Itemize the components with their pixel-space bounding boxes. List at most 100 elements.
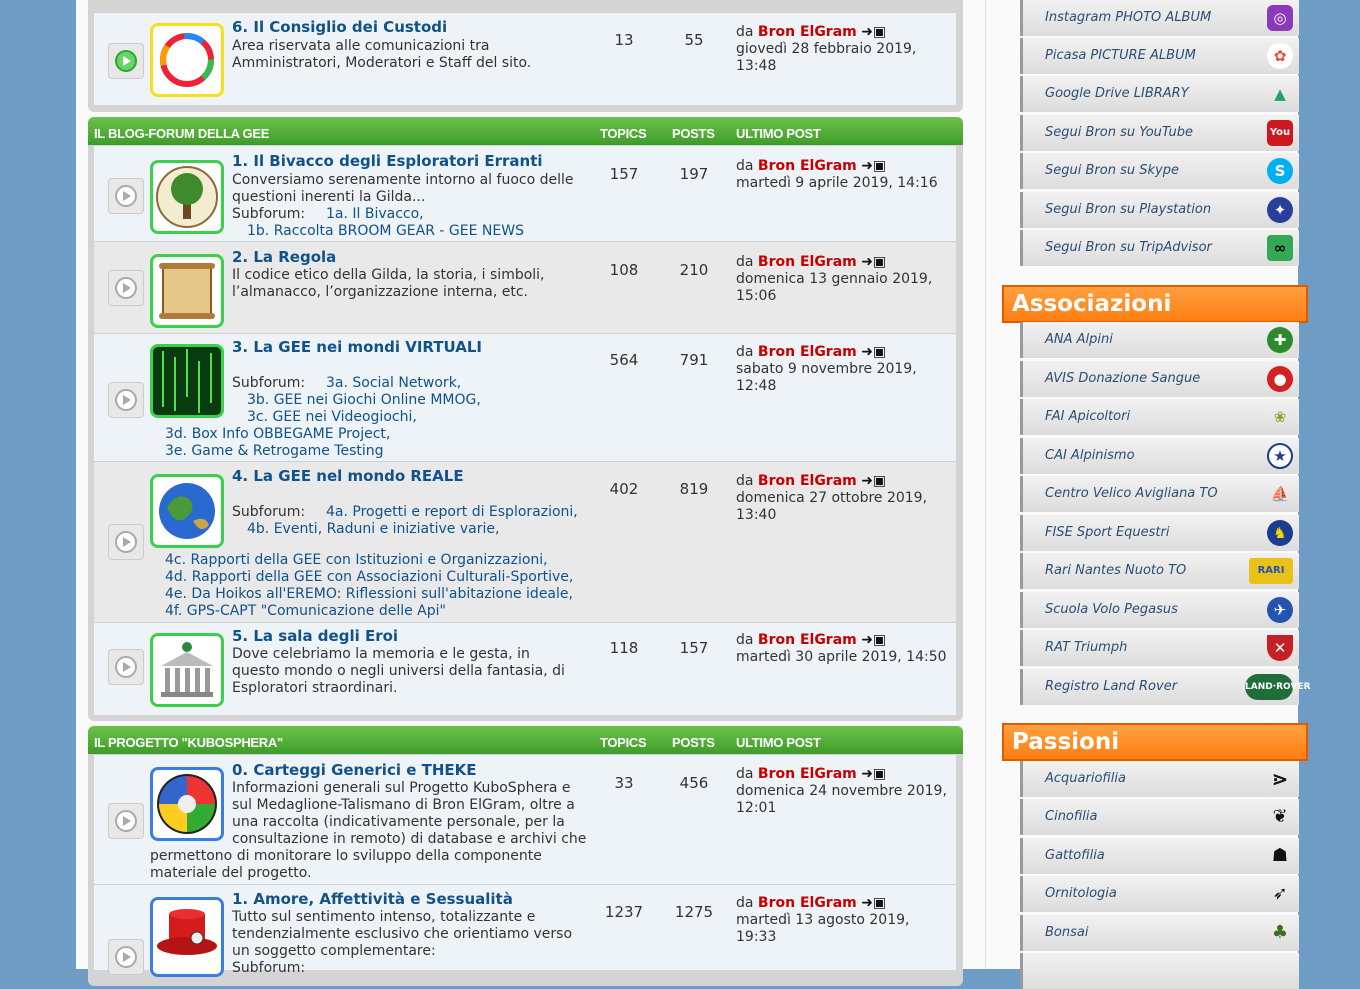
posts-count: 819 xyxy=(679,480,709,498)
goto-last-post-icon[interactable]: ➜▣ xyxy=(861,632,886,649)
subforum-link[interactable]: 3a. Social Network, xyxy=(326,375,461,391)
forum-row: 0. Carteggi Generici e THEKE Informazion… xyxy=(94,754,956,885)
subforum-link[interactable]: 4e. Da Hoikos all'EREMO: Riflessioni sul… xyxy=(165,586,573,602)
goto-last-post-icon[interactable]: ➜▣ xyxy=(861,158,886,175)
sidebar-link-cai[interactable]: CAI Alpinismo ★ xyxy=(1020,438,1299,474)
last-post-author-link[interactable]: Bron ElGram xyxy=(758,344,857,360)
forum-row: 5. La sala degli Eroi Dove celebriamo la… xyxy=(94,622,956,715)
forum-icon-temple[interactable] xyxy=(150,633,224,707)
associazioni-heading: Associazioni xyxy=(1002,285,1308,323)
forum-icon-circle-of-hands[interactable] xyxy=(150,23,224,97)
goto-last-post-icon[interactable]: ➜▣ xyxy=(861,895,886,912)
sidebar-link-fise[interactable]: FISE Sport Equestri ♞ xyxy=(1020,515,1299,551)
sidebar-link-playstation[interactable]: Segui Bron su Playstation ✦ xyxy=(1020,192,1299,228)
subforum-link[interactable]: 4f. GPS-CAPT "Comunicazione delle Api" xyxy=(165,603,446,619)
goto-last-post-icon[interactable]: ➜▣ xyxy=(861,254,886,271)
goto-last-post-icon[interactable]: ➜▣ xyxy=(861,344,886,361)
sidebar-link-label: Acquariofilia xyxy=(1045,771,1126,786)
forum-title-link[interactable]: 0. Carteggi Generici e THEKE xyxy=(232,761,477,779)
forum-status-read-icon xyxy=(108,178,144,214)
topics-count: 157 xyxy=(609,165,639,183)
last-post-prefix: da xyxy=(736,473,754,489)
subforum-link[interactable]: 3c. GEE nei Videogiochi, xyxy=(247,409,417,425)
sidebar-link-label: Rari Nantes Nuoto TO xyxy=(1045,563,1187,578)
sidebar-link-pegasus[interactable]: Scuola Volo Pegasus ✈ xyxy=(1020,592,1299,628)
subforum-link[interactable]: 3d. Box Info OBBEGAME Project, xyxy=(165,426,390,442)
sidebar-link-partial[interactable] xyxy=(1020,953,1299,989)
forum-description: Area riservata alle comunicazioni tra Am… xyxy=(232,38,532,71)
subforum-link[interactable]: 1b. Raccolta BROOM GEAR - GEE NEWS xyxy=(247,223,524,239)
category-title-link[interactable]: IL PROGETTO "KUBOSPHERA" xyxy=(94,735,283,750)
forum-icon-matrix[interactable] xyxy=(150,344,224,418)
sidebar-link-avis[interactable]: AVIS Donazione Sangue ● xyxy=(1020,361,1299,397)
forum-title-link[interactable]: 1. Il Bivacco degli Esploratori Erranti xyxy=(232,152,543,170)
sidebar-link-ana[interactable]: ANA Alpini ✚ xyxy=(1020,322,1299,358)
forum-icon-hat[interactable] xyxy=(150,897,224,977)
forum-title-link[interactable]: 2. La Regola xyxy=(232,248,336,266)
forum-description: Dove celebriamo la memoria e le gesta, i… xyxy=(232,646,565,696)
sidebar-link-instagram[interactable]: Instagram PHOTO ALBUM ◎ xyxy=(1020,0,1299,36)
sidebar-link-cinofilia[interactable]: Cinofilia ❦ xyxy=(1020,799,1299,835)
fai-icon: ❀ xyxy=(1273,408,1287,426)
last-post-author-link[interactable]: Bron ElGram xyxy=(758,24,857,40)
sidebar-link-skype[interactable]: Segui Bron su Skype S xyxy=(1020,153,1299,189)
last-post-author-link[interactable]: Bron ElGram xyxy=(758,473,857,489)
subforum-link[interactable]: 4a. Progetti e report di Esplorazioni, xyxy=(326,504,578,520)
picasa-icon: ✿ xyxy=(1267,43,1293,69)
topics-count: 402 xyxy=(609,480,639,498)
goto-last-post-icon[interactable]: ➜▣ xyxy=(861,24,886,41)
sidebar-link-land-rover[interactable]: Registro Land Rover LAND·ROVER xyxy=(1020,669,1311,705)
subforum-link[interactable]: 3e. Game & Retrogame Testing xyxy=(165,443,384,459)
forum-title-link[interactable]: 4. La GEE nel mondo REALE xyxy=(232,467,464,485)
forum-icon-globe[interactable] xyxy=(150,474,224,548)
subforum-link[interactable]: 1a. Il Bivacco, xyxy=(326,206,424,222)
passioni-heading: Passioni xyxy=(1002,723,1308,761)
subforum-link[interactable]: 3b. GEE nei Giochi Online MMOG, xyxy=(247,392,481,408)
last-post-author-link[interactable]: Bron ElGram xyxy=(758,895,857,911)
subforum-link[interactable]: 4b. Eventi, Raduni e iniziative varie, xyxy=(247,521,499,537)
sidebar-link-centro-velico[interactable]: Centro Velico Avigliana TO ⛵ xyxy=(1020,476,1299,512)
sidebar-link-bonsai[interactable]: Bonsai ♣ xyxy=(1020,915,1299,951)
posts-count: 197 xyxy=(679,165,709,183)
sidebar-link-youtube[interactable]: Segui Bron su YouTube You xyxy=(1020,115,1299,151)
last-post-author-link[interactable]: Bron ElGram xyxy=(758,766,857,782)
goto-last-post-icon[interactable]: ➜▣ xyxy=(861,766,886,783)
sidebar-link-triumph[interactable]: RAT Triumph ✕ xyxy=(1020,630,1299,666)
last-post: da Bron ElGram ➜▣ sabato 9 novembre 2019… xyxy=(736,344,951,395)
category-title-link[interactable]: IL BLOG-FORUM DELLA GEE xyxy=(94,126,269,141)
forum-description-continued: permettono di monitorare lo sviluppo del… xyxy=(150,848,542,881)
subforum-label: Subforum: xyxy=(232,504,306,520)
topics-count: 564 xyxy=(609,351,639,369)
last-post-author-link[interactable]: Bron ElGram xyxy=(758,158,857,174)
forum-icon-scroll[interactable] xyxy=(150,254,224,328)
sidebar-link-gattofilia[interactable]: Gattofilia ☗ xyxy=(1020,838,1299,874)
sidebar-link-picasa[interactable]: Picasa PICTURE ALBUM ✿ xyxy=(1020,38,1299,74)
last-post-date: martedì 9 aprile 2019, 14:16 xyxy=(736,175,938,191)
topics-count: 13 xyxy=(614,31,634,49)
forum-title-link[interactable]: 6. Il Consiglio dei Custodi xyxy=(232,18,447,36)
goto-last-post-icon[interactable]: ➜▣ xyxy=(861,473,886,490)
forum-title-link[interactable]: 3. La GEE nei mondi VIRTUALI xyxy=(232,338,482,356)
col-posts-header: POSTS xyxy=(672,735,715,750)
subforum-link[interactable]: 4d. Rapporti della GEE con Associazioni … xyxy=(165,569,573,585)
sidebar-link-tripadvisor[interactable]: Segui Bron su TripAdvisor ∞ xyxy=(1020,230,1299,266)
sidebar-link-label: Segui Bron su Playstation xyxy=(1045,202,1212,217)
forum-status-read-icon xyxy=(108,382,144,418)
sidebar-link-label: Bonsai xyxy=(1045,925,1089,940)
forum-title-link[interactable]: 1. Amore, Affettività e Sessualità xyxy=(232,890,513,908)
forum-icon-medallion[interactable] xyxy=(150,767,224,841)
landrover-icon: LAND·ROVER xyxy=(1245,674,1311,700)
last-post-author-link[interactable]: Bron ElGram xyxy=(758,632,857,648)
forum-title-link[interactable]: 5. La sala degli Eroi xyxy=(232,627,398,645)
last-post-prefix: da xyxy=(736,895,754,911)
sidebar-link-ornitologia[interactable]: Ornitologia ➶ xyxy=(1020,876,1299,912)
sidebar-link-acquariofilia[interactable]: Acquariofilia ⋗ xyxy=(1020,761,1299,797)
sidebar-link-fai[interactable]: FAI Apicoltori ❀ xyxy=(1020,399,1299,435)
subforum-link[interactable]: 4c. Rapporti della GEE con Istituzioni e… xyxy=(165,552,548,568)
last-post-author-link[interactable]: Bron ElGram xyxy=(758,254,857,270)
sidebar-link-label: Centro Velico Avigliana TO xyxy=(1045,486,1218,501)
sidebar-link-rari-nantes[interactable]: Rari Nantes Nuoto TO RARI xyxy=(1020,553,1299,589)
sidebar-link-label: AVIS Donazione Sangue xyxy=(1045,371,1201,386)
sidebar-link-google-drive[interactable]: Google Drive LIBRARY ▲ xyxy=(1020,76,1299,112)
forum-icon-tree[interactable] xyxy=(150,160,224,234)
